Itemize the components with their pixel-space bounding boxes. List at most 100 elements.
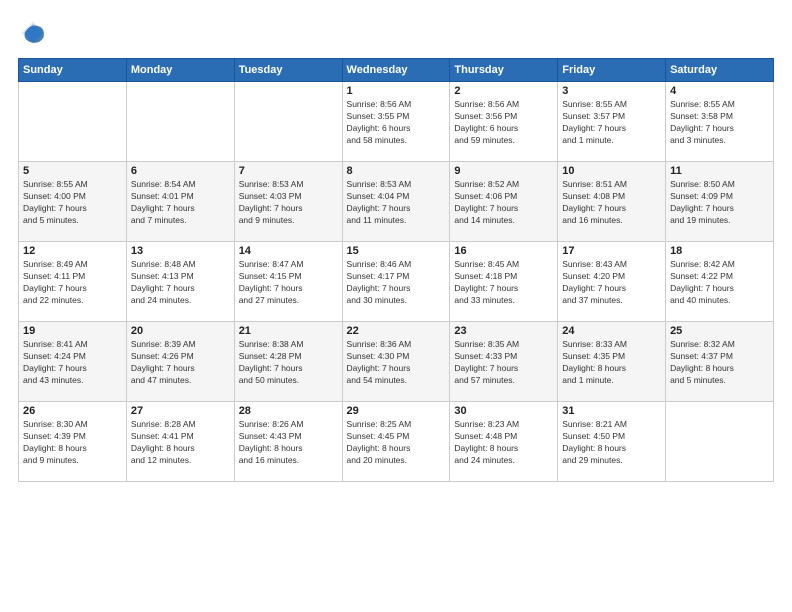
calendar-week-1: 1 Sunrise: 8:56 AM Sunset: 3:55 PM Daylig…: [19, 82, 774, 162]
day-number: 8: [347, 165, 446, 177]
calendar-cell: 13 Sunrise: 8:48 AM Sunset: 4:13 PM Dayli…: [126, 242, 234, 322]
day-info: Sunrise: 8:32 AM Sunset: 4:37 PM Dayligh…: [670, 339, 769, 387]
calendar-cell: 29Sunrise: 8:25 AM Sunset: 4:45 PM Dayli…: [342, 402, 450, 482]
weekday-header-monday: Monday: [126, 59, 234, 82]
day-info: Sunrise: 8:56 AM Sunset: 3:55 PM Dayligh…: [347, 99, 446, 147]
day-number: 9: [454, 165, 553, 177]
calendar-cell: 15Sunrise: 8:46 AM Sunset: 4:17 PM Dayli…: [342, 242, 450, 322]
calendar-cell: 22Sunrise: 8:36 AM Sunset: 4:30 PM Dayli…: [342, 322, 450, 402]
day-number: 29: [347, 405, 446, 417]
day-info: Sunrise: 8:50 AM Sunset: 4:09 PM Dayligh…: [670, 179, 769, 227]
calendar-week-2: 5Sunrise: 8:55 AM Sunset: 4:00 PM Daylig…: [19, 162, 774, 242]
day-number: 5: [23, 165, 122, 177]
day-info: Sunrise: 8:49 AM Sunset: 4:11 PM Dayligh…: [23, 259, 122, 307]
day-info: Sunrise: 8:38 AM Sunset: 4:28 PM Dayligh…: [239, 339, 338, 387]
calendar-cell: 2Sunrise: 8:56 AM Sunset: 3:56 PM Daylig…: [450, 82, 558, 162]
day-info: Sunrise: 8:42 AM Sunset: 4:22 PM Dayligh…: [670, 259, 769, 307]
calendar-week-3: 12 Sunrise: 8:49 AM Sunset: 4:11 PM Dayli…: [19, 242, 774, 322]
day-number: 15: [347, 245, 446, 257]
day-number: 31: [562, 405, 661, 417]
logo-icon: [18, 18, 48, 48]
calendar-cell: 6Sunrise: 8:54 AM Sunset: 4:01 PM Daylig…: [126, 162, 234, 242]
calendar-cell: 14 Sunrise: 8:47 AM Sunset: 4:15 PM Dayli…: [234, 242, 342, 322]
calendar-cell: [126, 82, 234, 162]
weekday-header-thursday: Thursday: [450, 59, 558, 82]
calendar-cell: 27 Sunrise: 8:28 AM Sunset: 4:41 PM Dayli…: [126, 402, 234, 482]
day-number: 27: [131, 405, 230, 417]
calendar-body: 1 Sunrise: 8:56 AM Sunset: 3:55 PM Daylig…: [19, 82, 774, 482]
day-number: 19: [23, 325, 122, 337]
calendar-cell: 25 Sunrise: 8:32 AM Sunset: 4:37 PM Dayli…: [666, 322, 774, 402]
calendar-cell: [666, 402, 774, 482]
day-info: Sunrise: 8:36 AM Sunset: 4:30 PM Dayligh…: [347, 339, 446, 387]
header: [18, 18, 774, 48]
calendar-cell: 11 Sunrise: 8:50 AM Sunset: 4:09 PM Dayli…: [666, 162, 774, 242]
day-number: 25: [670, 325, 769, 337]
logo: [18, 18, 52, 48]
day-info: Sunrise: 8:41 AM Sunset: 4:24 PM Dayligh…: [23, 339, 122, 387]
day-info: Sunrise: 8:52 AM Sunset: 4:06 PM Dayligh…: [454, 179, 553, 227]
day-number: 23: [454, 325, 553, 337]
day-info: Sunrise: 8:23 AM Sunset: 4:48 PM Dayligh…: [454, 419, 553, 467]
calendar-cell: [19, 82, 127, 162]
day-info: Sunrise: 8:28 AM Sunset: 4:41 PM Dayligh…: [131, 419, 230, 467]
calendar-cell: 12 Sunrise: 8:49 AM Sunset: 4:11 PM Dayli…: [19, 242, 127, 322]
day-info: Sunrise: 8:45 AM Sunset: 4:18 PM Dayligh…: [454, 259, 553, 307]
calendar: SundayMondayTuesdayWednesdayThursdayFrid…: [18, 58, 774, 482]
calendar-cell: [234, 82, 342, 162]
day-number: 28: [239, 405, 338, 417]
day-info: Sunrise: 8:55 AM Sunset: 3:58 PM Dayligh…: [670, 99, 769, 147]
calendar-cell: 26 Sunrise: 8:30 AM Sunset: 4:39 PM Dayli…: [19, 402, 127, 482]
day-info: Sunrise: 8:51 AM Sunset: 4:08 PM Dayligh…: [562, 179, 661, 227]
calendar-week-5: 26 Sunrise: 8:30 AM Sunset: 4:39 PM Dayli…: [19, 402, 774, 482]
day-info: Sunrise: 8:39 AM Sunset: 4:26 PM Dayligh…: [131, 339, 230, 387]
day-info: Sunrise: 8:48 AM Sunset: 4:13 PM Dayligh…: [131, 259, 230, 307]
calendar-cell: 9 Sunrise: 8:52 AM Sunset: 4:06 PM Daylig…: [450, 162, 558, 242]
day-number: 26: [23, 405, 122, 417]
day-info: Sunrise: 8:54 AM Sunset: 4:01 PM Dayligh…: [131, 179, 230, 227]
weekday-header-wednesday: Wednesday: [342, 59, 450, 82]
weekday-header-saturday: Saturday: [666, 59, 774, 82]
day-number: 4: [670, 85, 769, 97]
day-info: Sunrise: 8:21 AM Sunset: 4:50 PM Dayligh…: [562, 419, 661, 467]
calendar-cell: 31 Sunrise: 8:21 AM Sunset: 4:50 PM Dayli…: [558, 402, 666, 482]
page: SundayMondayTuesdayWednesdayThursdayFrid…: [0, 0, 792, 612]
day-info: Sunrise: 8:43 AM Sunset: 4:20 PM Dayligh…: [562, 259, 661, 307]
day-number: 24: [562, 325, 661, 337]
day-number: 12: [23, 245, 122, 257]
calendar-cell: 30Sunrise: 8:23 AM Sunset: 4:48 PM Dayli…: [450, 402, 558, 482]
day-number: 11: [670, 165, 769, 177]
weekday-row: SundayMondayTuesdayWednesdayThursdayFrid…: [19, 59, 774, 82]
calendar-cell: 1 Sunrise: 8:56 AM Sunset: 3:55 PM Daylig…: [342, 82, 450, 162]
calendar-cell: 16 Sunrise: 8:45 AM Sunset: 4:18 PM Dayli…: [450, 242, 558, 322]
day-number: 14: [239, 245, 338, 257]
day-number: 1: [347, 85, 446, 97]
day-number: 7: [239, 165, 338, 177]
calendar-cell: 24 Sunrise: 8:33 AM Sunset: 4:35 PM Dayli…: [558, 322, 666, 402]
day-info: Sunrise: 8:53 AM Sunset: 4:03 PM Dayligh…: [239, 179, 338, 227]
calendar-cell: 21 Sunrise: 8:38 AM Sunset: 4:28 PM Dayli…: [234, 322, 342, 402]
calendar-cell: 28Sunrise: 8:26 AM Sunset: 4:43 PM Dayli…: [234, 402, 342, 482]
calendar-cell: 7 Sunrise: 8:53 AM Sunset: 4:03 PM Daylig…: [234, 162, 342, 242]
day-info: Sunrise: 8:33 AM Sunset: 4:35 PM Dayligh…: [562, 339, 661, 387]
day-info: Sunrise: 8:47 AM Sunset: 4:15 PM Dayligh…: [239, 259, 338, 307]
calendar-cell: 23 Sunrise: 8:35 AM Sunset: 4:33 PM Dayli…: [450, 322, 558, 402]
day-info: Sunrise: 8:35 AM Sunset: 4:33 PM Dayligh…: [454, 339, 553, 387]
calendar-cell: 19 Sunrise: 8:41 AM Sunset: 4:24 PM Dayli…: [19, 322, 127, 402]
weekday-header-friday: Friday: [558, 59, 666, 82]
calendar-cell: 17Sunrise: 8:43 AM Sunset: 4:20 PM Dayli…: [558, 242, 666, 322]
weekday-header-tuesday: Tuesday: [234, 59, 342, 82]
calendar-header: SundayMondayTuesdayWednesdayThursdayFrid…: [19, 59, 774, 82]
day-info: Sunrise: 8:55 AM Sunset: 3:57 PM Dayligh…: [562, 99, 661, 147]
day-number: 10: [562, 165, 661, 177]
day-number: 21: [239, 325, 338, 337]
day-number: 18: [670, 245, 769, 257]
day-number: 13: [131, 245, 230, 257]
calendar-cell: 5Sunrise: 8:55 AM Sunset: 4:00 PM Daylig…: [19, 162, 127, 242]
day-number: 2: [454, 85, 553, 97]
day-info: Sunrise: 8:30 AM Sunset: 4:39 PM Dayligh…: [23, 419, 122, 467]
calendar-cell: 4 Sunrise: 8:55 AM Sunset: 3:58 PM Daylig…: [666, 82, 774, 162]
day-number: 16: [454, 245, 553, 257]
weekday-header-sunday: Sunday: [19, 59, 127, 82]
calendar-cell: 8Sunrise: 8:53 AM Sunset: 4:04 PM Daylig…: [342, 162, 450, 242]
